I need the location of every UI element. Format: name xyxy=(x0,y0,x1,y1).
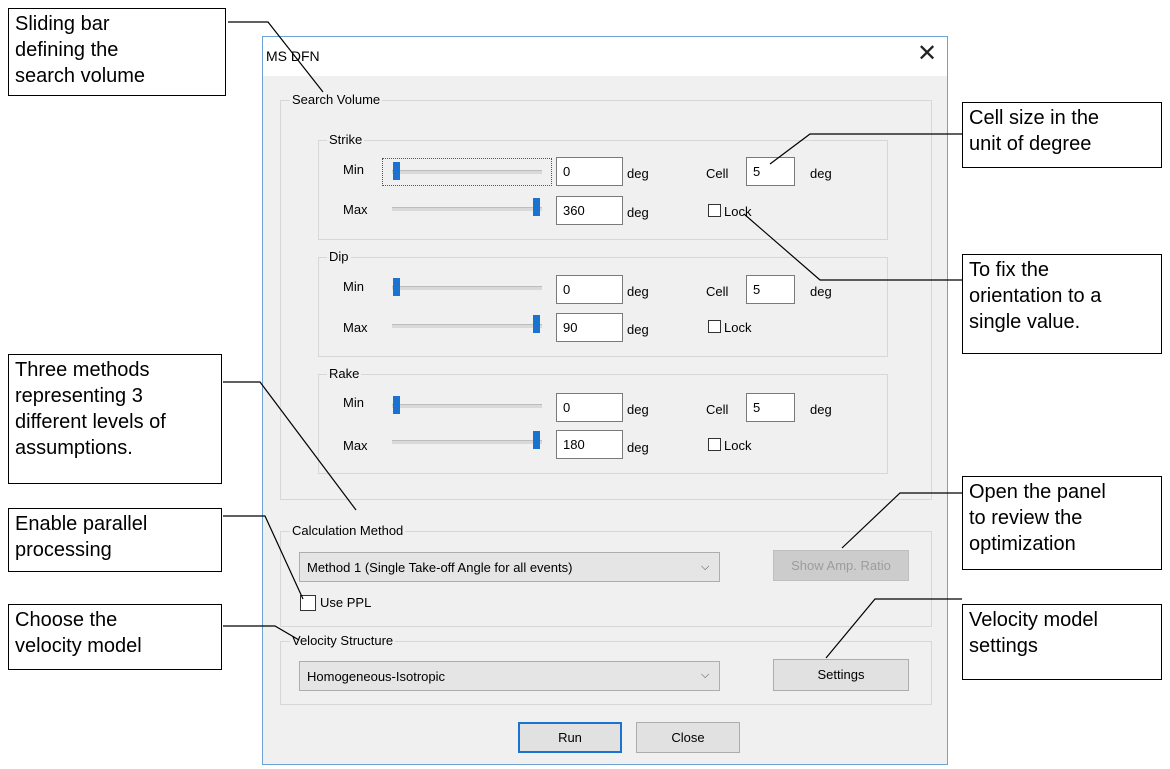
callout-open-panel: Open the panel to review the optimizatio… xyxy=(962,476,1162,570)
leader-fix-orientation xyxy=(743,213,962,281)
leader-cell-size xyxy=(769,133,962,165)
leader-parallel xyxy=(223,515,304,600)
leader-velocity-settings xyxy=(825,598,962,659)
callout-cell-size: Cell size in the unit of degree xyxy=(962,102,1162,168)
callout-sliding-bar: Sliding bar defining the search volume xyxy=(8,8,226,96)
callout-three-methods: Three methods representing 3 different l… xyxy=(8,354,222,484)
leader-three-methods xyxy=(223,381,357,511)
leader-open-panel xyxy=(841,492,962,549)
callout-parallel: Enable parallel processing xyxy=(8,508,222,572)
callout-fix-orientation: To fix the orientation to a single value… xyxy=(962,254,1162,354)
callout-choose-velocity: Choose the velocity model xyxy=(8,604,222,670)
leader-sliding-bar xyxy=(228,21,324,93)
callout-velocity-settings: Velocity model settings xyxy=(962,604,1162,680)
leader-choose-velocity xyxy=(223,625,300,641)
